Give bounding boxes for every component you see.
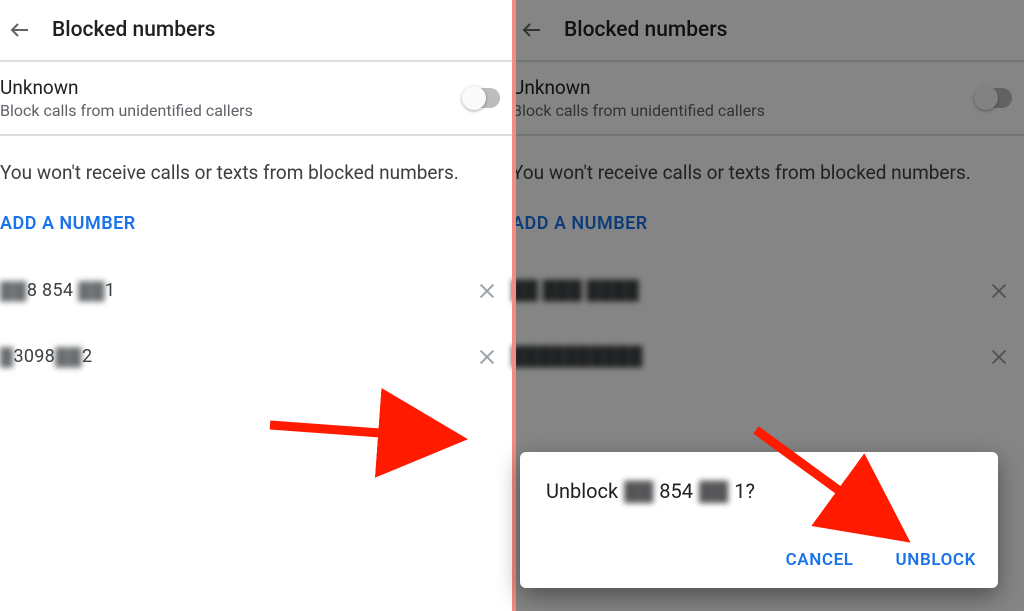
blocked-number-row: ▓3098▓▓2 [0, 324, 512, 390]
add-number-button[interactable]: ADD A NUMBER [0, 193, 512, 258]
unknown-row[interactable]: Unknown Block calls from unidentified ca… [0, 62, 512, 134]
blocked-number-text: ▓▓8 854 ▓▓1 [0, 280, 115, 301]
top-bar: Blocked numbers [0, 0, 512, 60]
blocked-number-row: ▓▓8 854 ▓▓1 [0, 258, 512, 324]
blocked-number-text: ▓3098▓▓2 [0, 346, 92, 367]
unknown-title: Unknown [0, 76, 464, 99]
unblock-button[interactable]: UNBLOCK [896, 550, 976, 570]
back-arrow-icon[interactable] [8, 18, 52, 42]
panel-separator [512, 0, 516, 611]
remove-number-icon[interactable] [472, 342, 502, 372]
unknown-subtitle: Block calls from unidentified callers [0, 101, 464, 120]
remove-number-icon[interactable] [472, 276, 502, 306]
page-title: Blocked numbers [52, 18, 215, 42]
info-message: You won't receive calls or texts from bl… [0, 136, 512, 193]
unblock-dialog: Unblock ▓▓ 854 ▓▓ 1? CANCEL UNBLOCK [520, 452, 998, 588]
cancel-button[interactable]: CANCEL [786, 550, 854, 570]
left-screen: Blocked numbers Unknown Block calls from… [0, 0, 512, 611]
unknown-toggle[interactable] [464, 88, 500, 108]
dialog-title: Unblock ▓▓ 854 ▓▓ 1? [546, 478, 755, 503]
